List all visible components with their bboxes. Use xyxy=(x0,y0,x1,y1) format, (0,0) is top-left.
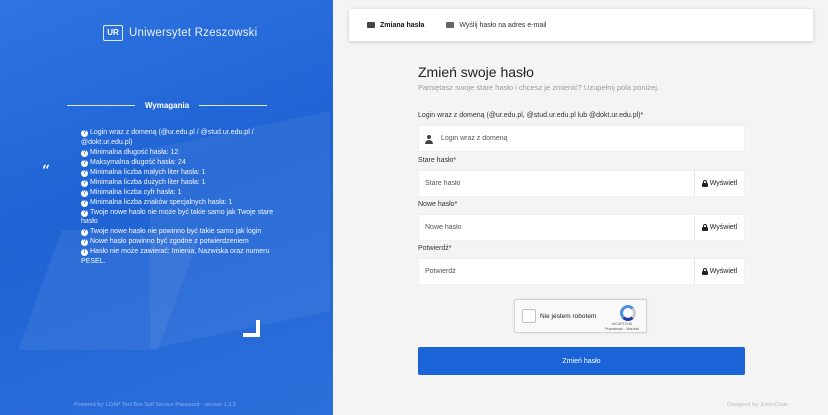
question-circle-icon: ? xyxy=(81,159,88,167)
requirement-item: ? Minimalna liczba dużych liter hasła: 1 xyxy=(81,178,206,187)
question-circle-icon: ? xyxy=(81,130,88,137)
requirements-list: ? Login wraz z domeną (@ur.edu.pl / @stud… xyxy=(81,128,281,267)
old-password-field-wrapper: Wyświetl xyxy=(418,170,745,197)
confirm-password-label: Potwierdź* xyxy=(418,245,452,252)
change-password-button[interactable]: Zmień hasło xyxy=(418,347,745,375)
show-new-password-button[interactable]: Wyświetl xyxy=(694,215,744,240)
requirement-item: ? Twoje nowe hasło nie może być takie sam… xyxy=(81,208,274,225)
logo-mark-icon: UR xyxy=(103,25,123,41)
page-title: Zmień swoje hasło xyxy=(418,64,534,80)
tab-bar: Zmiana hasła Wyślij hasło na adres e-mai… xyxy=(349,9,813,41)
footer-powered-by[interactable]: Powered by: LDAP Tool Box Self Service P… xyxy=(74,402,236,408)
envelope-icon xyxy=(446,22,455,28)
recaptcha-links[interactable]: Prywatność - Warunki xyxy=(605,327,639,332)
university-logo[interactable]: UR Uniwersytet Rzeszowski xyxy=(103,25,257,41)
question-circle-icon: ? xyxy=(81,169,88,177)
divider xyxy=(199,104,267,106)
login-field-wrapper xyxy=(418,125,745,152)
recaptcha-logo-icon xyxy=(620,305,636,321)
university-name: Uniwersytet Rzeszowski xyxy=(129,27,258,39)
show-label: Wyświetl xyxy=(709,268,738,275)
requirement-item: ? Minimalna liczba małych liter hasła: 1 xyxy=(81,168,206,177)
login-input[interactable] xyxy=(419,126,744,151)
recaptcha-widget: Nie jestem robotem reCAPTCHA Prywatność … xyxy=(514,299,647,333)
show-label: Wyświetl xyxy=(709,224,738,231)
tab-change-password[interactable]: Zmiana hasła xyxy=(367,22,424,29)
requirement-item: ? Login wraz z domeną (@ur.edu.pl / @stud… xyxy=(81,129,254,146)
lock-icon xyxy=(701,224,708,231)
corner-bracket-icon xyxy=(243,320,260,337)
confirm-password-field-wrapper: Wyświetl xyxy=(418,258,745,285)
question-circle-icon: ? xyxy=(81,179,88,187)
requirement-item: ? Minimalna liczba znaków specjalnych has… xyxy=(81,198,233,207)
info-circle-icon: i xyxy=(81,249,88,256)
requirement-item: ? Nowe hasło powinno być zgodne z potwier… xyxy=(81,238,249,246)
envelope-icon xyxy=(367,22,375,28)
requirement-item: i Hasło nie może zawierać: Imienia, Nazwi… xyxy=(81,248,270,265)
question-circle-icon: ? xyxy=(81,199,88,207)
footer-designed-by[interactable]: Designed by: ExtenCode xyxy=(727,402,788,408)
requirement-item: ? Minimalna długość hasła: 12 xyxy=(81,148,179,157)
show-label: Wyświetl xyxy=(709,180,738,187)
left-panel: UR Uniwersytet Rzeszowski Wymagania “ ? L… xyxy=(0,0,333,415)
requirements-title: Wymagania xyxy=(144,100,190,110)
tab-label: Wyślij hasło na adres e-mail xyxy=(459,21,547,29)
lock-icon xyxy=(701,180,708,187)
lock-icon xyxy=(701,268,708,275)
recaptcha-brand: reCAPTCHA Prywatność - Warunki xyxy=(605,322,639,331)
new-password-field-wrapper: Wyświetl xyxy=(418,214,745,241)
recaptcha-checkbox[interactable] xyxy=(522,309,536,323)
requirements-header: Wymagania xyxy=(67,99,267,111)
question-circle-icon: ? xyxy=(81,239,88,246)
requirement-item: ? Maksymalna długość hasła: 24 xyxy=(81,158,186,167)
recaptcha-label: Nie jestem robotem xyxy=(540,313,597,320)
question-circle-icon: ? xyxy=(81,229,88,236)
page-subtitle: Pamiętasz swoje stare hasło i chcesz je … xyxy=(418,83,659,92)
quote-icon: “ xyxy=(42,163,51,179)
show-confirm-password-button[interactable]: Wyświetl xyxy=(694,259,744,284)
divider xyxy=(67,104,135,106)
show-old-password-button[interactable]: Wyświetl xyxy=(694,171,744,196)
requirement-item: ? Minimalna liczba cyfr hasła: 1 xyxy=(81,188,182,197)
question-circle-icon: ? xyxy=(81,189,88,197)
question-circle-icon: ? xyxy=(81,209,88,217)
tab-send-password-email[interactable]: Wyślij hasło na adres e-mail xyxy=(446,22,546,29)
requirement-item: ? Twoje nowe hasło nie powinno być takie … xyxy=(81,228,262,236)
old-password-label: Stare hasło* xyxy=(418,157,457,164)
question-circle-icon: ? xyxy=(81,149,88,157)
new-password-label: Nowe hasło* xyxy=(418,201,458,208)
login-label: Login wraz z domeną (@ur.edu.pl, @stud.u… xyxy=(418,112,644,119)
tab-label: Zmiana hasła xyxy=(380,21,425,29)
